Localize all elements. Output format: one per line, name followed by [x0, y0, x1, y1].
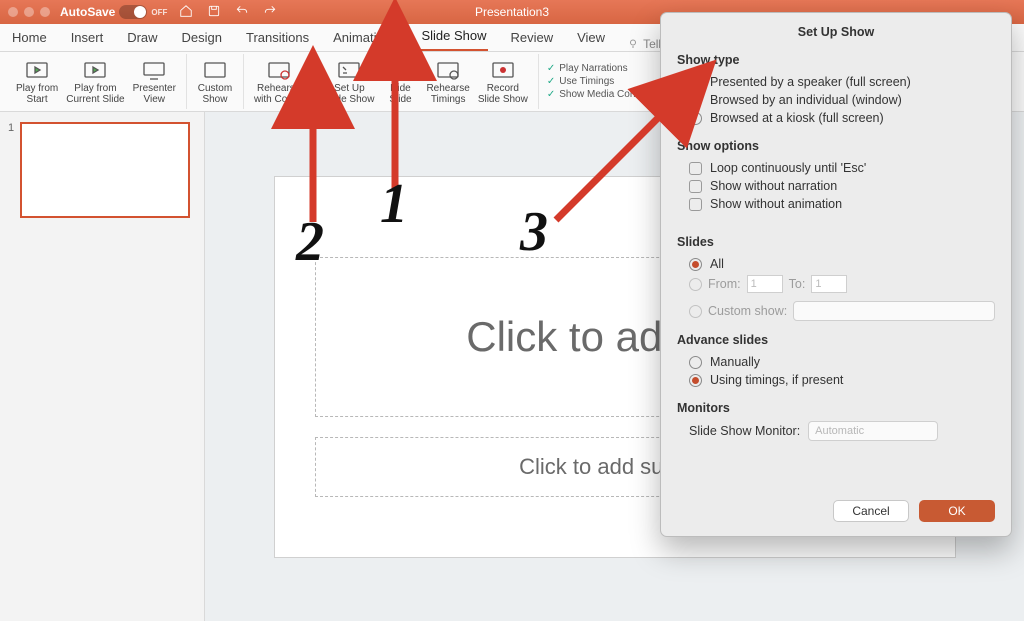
tab-draw[interactable]: Draw: [125, 26, 159, 51]
autosave-label: AutoSave: [60, 5, 115, 19]
slides-heading: Slides: [677, 235, 995, 249]
tab-slide-show[interactable]: Slide Show: [419, 24, 488, 51]
tab-design[interactable]: Design: [180, 26, 224, 51]
play-current-icon: [82, 60, 108, 82]
coach-icon: [266, 60, 292, 82]
undo-icon[interactable]: [235, 4, 249, 21]
tab-insert[interactable]: Insert: [69, 26, 106, 51]
custom-show-select[interactable]: [793, 301, 995, 321]
radio-slides-all[interactable]: All: [677, 255, 995, 273]
radio-advance-timings[interactable]: Using timings, if present: [677, 371, 995, 389]
monitor-select[interactable]: Automatic: [808, 421, 938, 441]
radio-browsed-individual[interactable]: Browsed by an individual (window): [677, 91, 995, 109]
tab-view[interactable]: View: [575, 26, 607, 51]
custom-show-button[interactable]: Custom Show: [193, 58, 237, 107]
cancel-button[interactable]: Cancel: [833, 500, 909, 522]
record-icon: [490, 60, 516, 82]
to-spinner[interactable]: 1: [811, 275, 847, 293]
monitor-label: Slide Show Monitor:: [689, 424, 800, 438]
tab-home[interactable]: Home: [10, 26, 49, 51]
presenter-icon: [141, 60, 167, 82]
play-icon: [24, 60, 50, 82]
dialog-title: Set Up Show: [677, 25, 995, 39]
custom-show-icon: [202, 60, 228, 82]
slide-thumbnails[interactable]: 1: [0, 112, 205, 621]
advance-heading: Advance slides: [677, 333, 995, 347]
timings-icon: [435, 60, 461, 82]
tab-animations[interactable]: Animations: [331, 26, 399, 51]
hide-icon: [387, 60, 413, 82]
autosave-toggle[interactable]: AutoSave OFF: [60, 5, 167, 19]
custom-show-row[interactable]: Custom show:: [677, 301, 995, 321]
show-media-check[interactable]: ✓Show Media Controls: [547, 89, 654, 100]
play-narrations-check[interactable]: ✓Play Narrations: [547, 63, 628, 74]
monitors-heading: Monitors: [677, 401, 995, 415]
toggle-icon[interactable]: [119, 5, 147, 19]
use-timings-check[interactable]: ✓Use Timings: [547, 76, 614, 87]
radio-presented-speaker[interactable]: Presented by a speaker (full screen): [677, 73, 995, 91]
hide-slide-button[interactable]: Hide Slide: [378, 58, 422, 107]
rehearse-coach-button[interactable]: Rehearse with Coach: [250, 58, 307, 107]
setup-icon: [336, 60, 362, 82]
show-type-heading: Show type: [677, 53, 995, 67]
set-up-show-dialog: Set Up Show Show type Presented by a spe…: [660, 12, 1012, 537]
save-icon[interactable]: [207, 4, 221, 21]
tab-review[interactable]: Review: [508, 26, 555, 51]
ok-button[interactable]: OK: [919, 500, 995, 522]
presenter-view-button[interactable]: Presenter View: [129, 58, 180, 107]
radio-browsed-kiosk[interactable]: Browsed at a kiosk (full screen): [677, 109, 995, 127]
bulb-icon: [627, 38, 639, 50]
check-without-narration[interactable]: Show without narration: [677, 177, 995, 195]
set-up-slide-show-button[interactable]: Set Up Slide Show: [320, 58, 378, 107]
show-options-heading: Show options: [677, 139, 995, 153]
home-icon[interactable]: [179, 4, 193, 21]
slides-from-row[interactable]: From: 1 To: 1: [677, 275, 995, 293]
playback-checks: ✓Play Narrations ✓Use Timings ✓Show Medi…: [539, 54, 663, 109]
from-spinner[interactable]: 1: [747, 275, 783, 293]
rehearse-timings-button[interactable]: Rehearse Timings: [422, 58, 473, 107]
slide-thumb-1[interactable]: [20, 122, 190, 218]
record-slide-show-button[interactable]: Record Slide Show: [474, 58, 532, 107]
tab-transitions[interactable]: Transitions: [244, 26, 311, 51]
redo-icon[interactable]: [263, 4, 277, 21]
check-without-animation[interactable]: Show without animation: [677, 195, 995, 213]
window-controls[interactable]: [8, 7, 50, 17]
play-from-current-button[interactable]: Play from Current Slide: [62, 58, 128, 107]
thumb-number: 1: [8, 122, 14, 218]
play-from-start-button[interactable]: Play from Start: [12, 58, 62, 107]
radio-advance-manually[interactable]: Manually: [677, 353, 995, 371]
document-title: Presentation3: [475, 5, 549, 19]
check-loop-esc[interactable]: Loop continuously until 'Esc': [677, 159, 995, 177]
